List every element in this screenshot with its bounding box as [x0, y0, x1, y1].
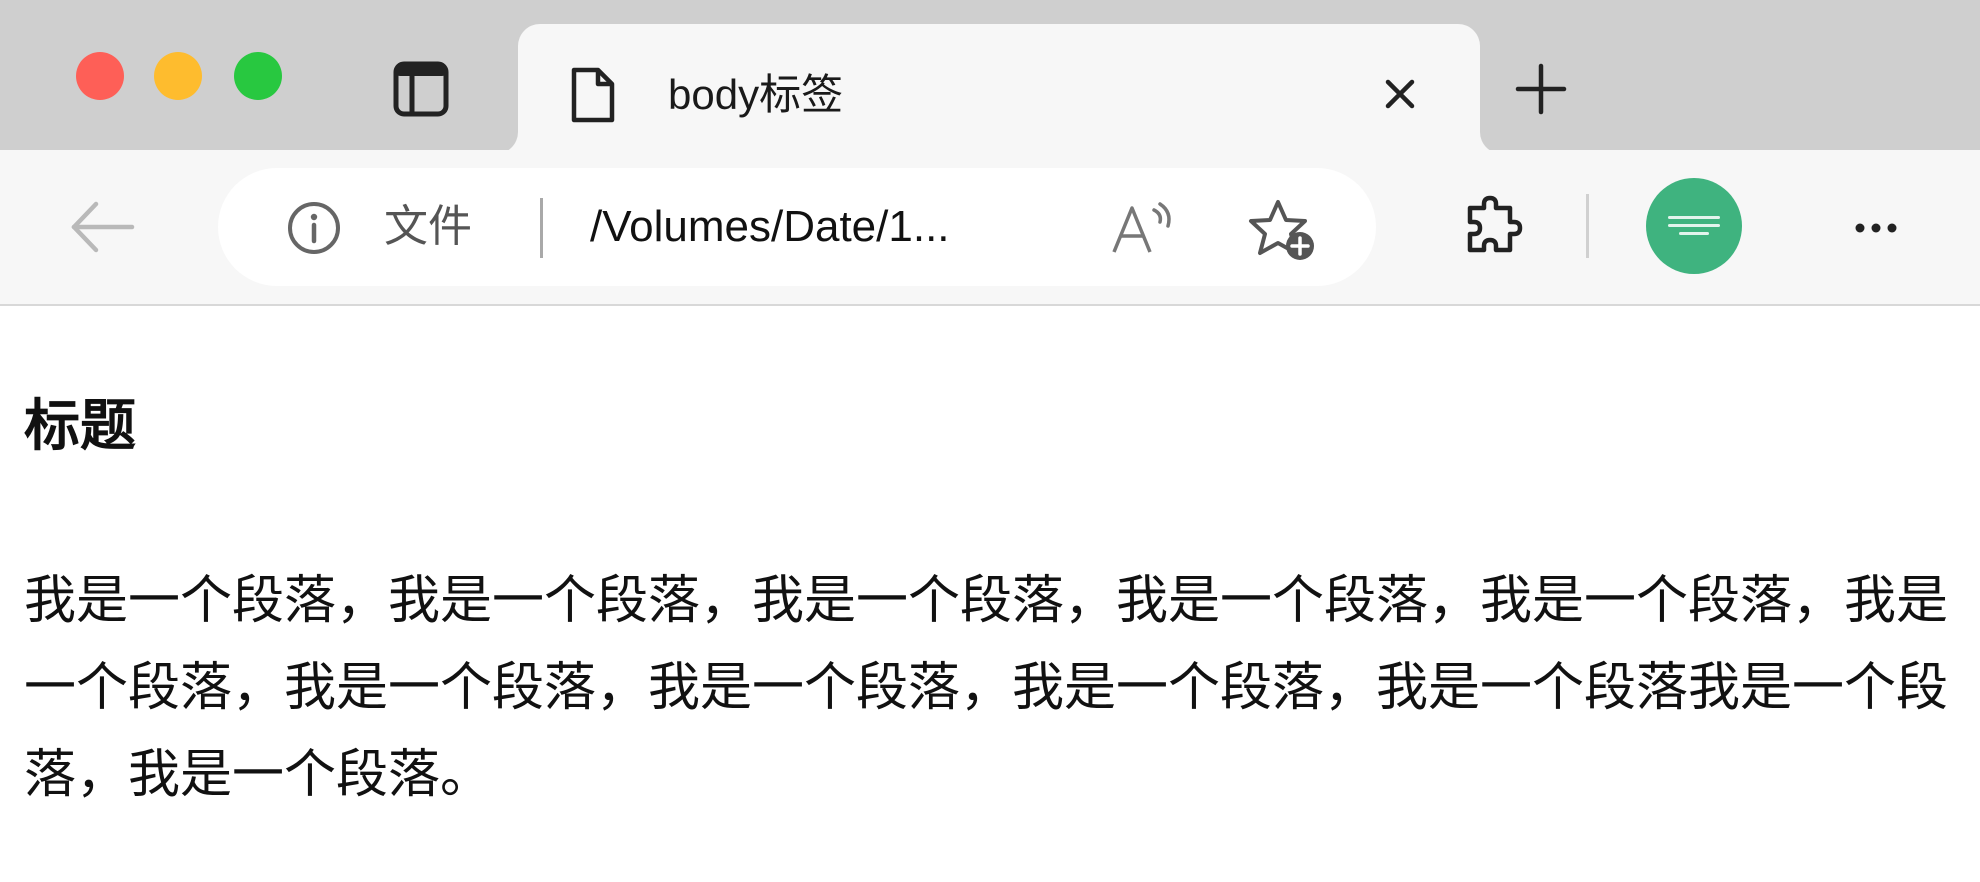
avatar-mark	[1668, 224, 1720, 227]
info-icon[interactable]	[286, 200, 342, 256]
more-icon[interactable]	[1840, 200, 1912, 256]
back-arrow-icon[interactable]	[66, 194, 138, 260]
tab-strip: body标签	[0, 0, 1980, 154]
scheme-label: 文件	[384, 202, 472, 251]
browser-toolbar: 文件 /Volumes/Date/1...	[0, 150, 1980, 306]
add-favorite-icon[interactable]	[1246, 196, 1320, 264]
address-divider	[540, 198, 543, 258]
tab-title: body标签	[668, 71, 844, 118]
avatar-mark	[1679, 232, 1709, 235]
new-tab-plus-icon[interactable]	[1510, 58, 1572, 120]
url-text[interactable]: /Volumes/Date/1...	[590, 196, 950, 258]
close-icon[interactable]	[1372, 66, 1428, 122]
page-paragraph: 我是一个段落，我是一个段落，我是一个段落，我是一个段落，我是一个段落，我是一个段…	[24, 571, 1949, 805]
tab-actions-icon[interactable]	[390, 58, 452, 120]
extensions-icon[interactable]	[1460, 194, 1528, 262]
tab-active[interactable]: body标签	[518, 24, 1480, 154]
window-close-button[interactable]	[76, 52, 124, 100]
read-aloud-icon[interactable]	[1108, 200, 1178, 260]
browser-window: body标签 文件 /Volumes/Date/1... 标题 我是一个段落，我…	[0, 0, 1980, 882]
address-bar[interactable]: 文件 /Volumes/Date/1...	[218, 168, 1376, 286]
toolbar-divider	[1586, 194, 1589, 258]
profile-avatar[interactable]	[1646, 178, 1742, 274]
page-heading: 标题	[24, 394, 136, 459]
window-maximize-button[interactable]	[234, 52, 282, 100]
window-minimize-button[interactable]	[154, 52, 202, 100]
page-content: 标题 我是一个段落，我是一个段落，我是一个段落，我是一个段落，我是一个段落，我是…	[0, 306, 1980, 882]
avatar-mark	[1668, 216, 1720, 219]
document-icon	[568, 66, 618, 124]
